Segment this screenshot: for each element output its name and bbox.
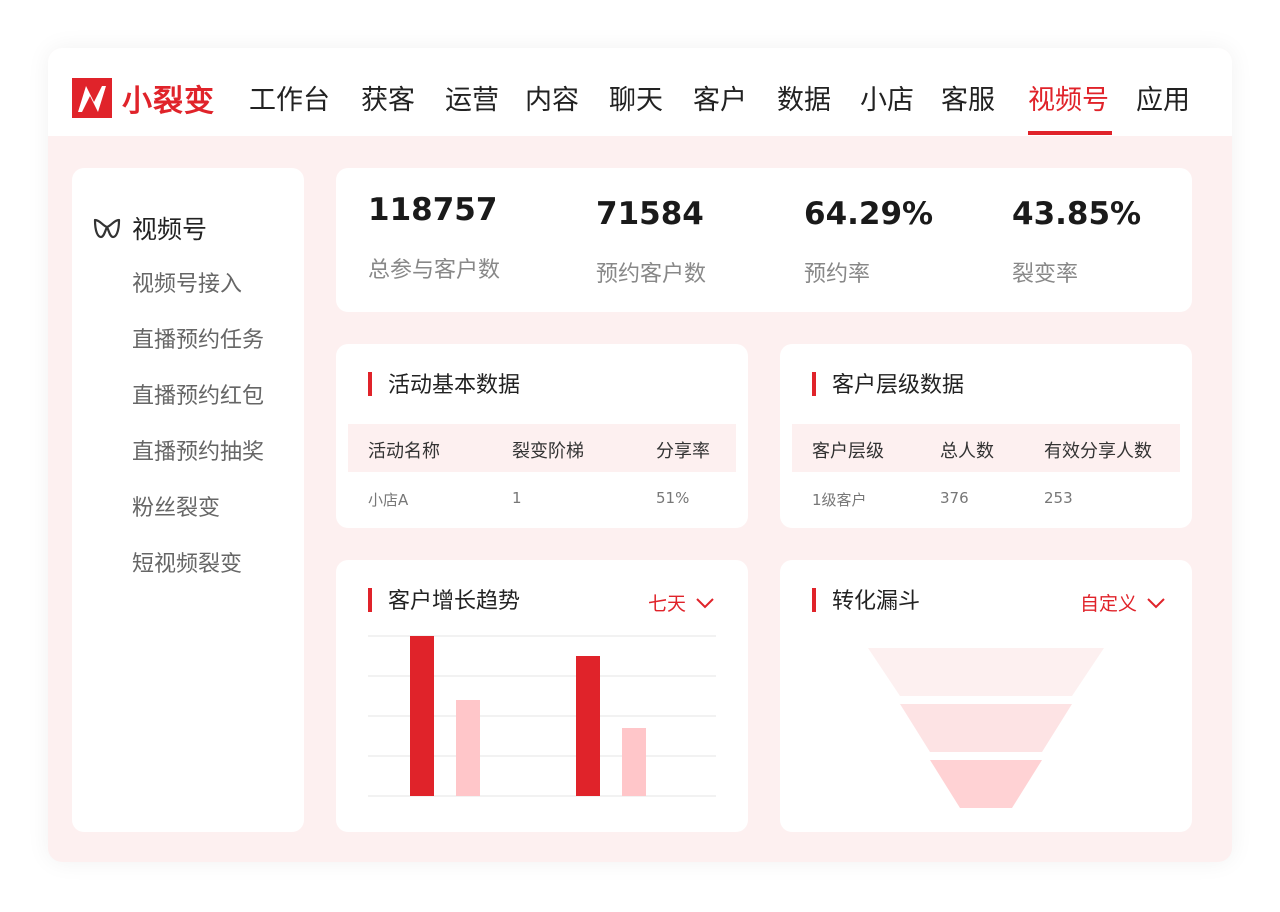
growth-trend-title: 客户增长趋势 — [388, 589, 521, 614]
app-window: 小裂变 工作台 获客 运营 内容 聊天 客户 数据 小店 客服 视频号 应用 视… — [48, 48, 1232, 862]
active-tab-indicator — [1028, 131, 1112, 135]
column-header: 活动名称 — [368, 441, 440, 462]
nav-item-workbench[interactable]: 工作台 — [249, 78, 330, 117]
stat-reservation-rate-label: 预约率 — [804, 262, 871, 287]
nav-item-customers[interactable]: 客户 — [693, 78, 747, 117]
column-header: 有效分享人数 — [1044, 441, 1152, 462]
bar-series-1-group-1[interactable] — [410, 636, 434, 796]
table-header: 活动名称 裂变阶梯 分享率 — [348, 424, 736, 472]
table-header: 客户层级 总人数 有效分享人数 — [792, 424, 1180, 472]
activity-data-title: 活动基本数据 — [388, 373, 521, 398]
title-accent-bar — [368, 372, 372, 396]
bar-series-2-group-2[interactable] — [622, 728, 646, 796]
funnel-level-3 — [930, 760, 1042, 808]
sidebar-item-channel-access[interactable]: 视频号接入 — [132, 266, 242, 298]
stat-fission-rate-label: 裂变率 — [1012, 262, 1079, 287]
stat-reservation-rate-value: 64.29% — [804, 196, 934, 232]
table-cell: 1级客户 — [812, 491, 867, 509]
nav-item-shop[interactable]: 小店 — [860, 78, 914, 117]
sidebar-item-short-video-fission[interactable]: 短视频裂变 — [132, 546, 242, 578]
customer-level-card: 客户层级数据 客户层级 总人数 有效分享人数 1级客户 376 253 — [780, 344, 1192, 528]
title-accent-bar — [368, 588, 372, 612]
column-header: 总人数 — [940, 441, 994, 462]
customer-level-title: 客户层级数据 — [832, 373, 965, 398]
sidebar-item-live-reservation-lottery[interactable]: 直播预约抽奖 — [132, 434, 264, 466]
logo[interactable]: 小裂变 — [72, 76, 215, 120]
sidebar: 视频号 视频号接入 直播预约任务 直播预约红包 直播预约抽奖 粉丝裂变 短视频裂… — [72, 168, 304, 832]
column-header: 分享率 — [656, 441, 710, 462]
stat-total-participants-value: 118757 — [368, 192, 498, 228]
table-cell: 376 — [940, 489, 969, 507]
nav-item-data[interactable]: 数据 — [777, 78, 831, 117]
sidebar-item-live-reservation-task[interactable]: 直播预约任务 — [132, 322, 264, 354]
nav-item-service[interactable]: 客服 — [941, 78, 995, 117]
sidebar-header-label: 视频号 — [132, 215, 208, 244]
stat-total-participants-label: 总参与客户数 — [368, 258, 501, 283]
nav-item-operations[interactable]: 运营 — [445, 78, 499, 117]
column-header: 裂变阶梯 — [512, 441, 584, 462]
chevron-down-icon — [696, 597, 714, 608]
stat-fission-rate-value: 43.85% — [1012, 196, 1142, 232]
funnel-range-value: 自定义 — [1080, 593, 1138, 615]
stat-reserved-customers-label: 预约客户数 — [596, 262, 707, 287]
funnel-chart — [868, 648, 1104, 808]
nav-item-acquire[interactable]: 获客 — [361, 78, 415, 117]
bar-series-1-group-2[interactable] — [576, 656, 600, 796]
sidebar-item-fan-fission[interactable]: 粉丝裂变 — [132, 490, 220, 522]
nav-item-content[interactable]: 内容 — [525, 78, 579, 117]
table-cell: 1 — [512, 489, 522, 507]
table-cell: 小店A — [368, 491, 409, 509]
logo-icon — [72, 78, 112, 118]
chevron-down-icon — [1147, 597, 1165, 608]
growth-bar-chart — [368, 635, 716, 797]
nav-item-channels[interactable]: 视频号 — [1028, 78, 1109, 117]
funnel-level-2 — [900, 704, 1072, 752]
date-range-value: 七天 — [648, 593, 687, 615]
funnel-level-1 — [868, 648, 1104, 696]
growth-trend-card: 客户增长趋势 七天 — [336, 560, 748, 832]
stats-card: 118757 总参与客户数 71584 预约客户数 64.29% 预约率 43.… — [336, 168, 1192, 312]
table-cell: 253 — [1044, 489, 1073, 507]
top-nav-bar: 小裂变 工作台 获客 运营 内容 聊天 客户 数据 小店 客服 视频号 应用 — [48, 48, 1232, 136]
nav-item-chat[interactable]: 聊天 — [609, 78, 663, 117]
activity-data-card: 活动基本数据 活动名称 裂变阶梯 分享率 小店A 1 51% — [336, 344, 748, 528]
app-name: 小裂变 — [122, 84, 215, 119]
funnel-title: 转化漏斗 — [832, 589, 921, 614]
bar-series-2-group-1[interactable] — [456, 700, 480, 796]
funnel-range-dropdown[interactable]: 自定义 — [1080, 589, 1165, 616]
stat-reserved-customers-value: 71584 — [596, 196, 704, 232]
channels-icon — [93, 218, 121, 239]
conversion-funnel-card: 转化漏斗 自定义 — [780, 560, 1192, 832]
table-cell: 51% — [656, 489, 690, 507]
date-range-dropdown[interactable]: 七天 — [648, 589, 714, 616]
column-header: 客户层级 — [812, 441, 884, 462]
nav-item-apps[interactable]: 应用 — [1136, 78, 1190, 117]
title-accent-bar — [812, 588, 816, 612]
title-accent-bar — [812, 372, 816, 396]
sidebar-header[interactable]: 视频号 — [92, 210, 207, 246]
sidebar-item-live-reservation-redpacket[interactable]: 直播预约红包 — [132, 378, 264, 410]
